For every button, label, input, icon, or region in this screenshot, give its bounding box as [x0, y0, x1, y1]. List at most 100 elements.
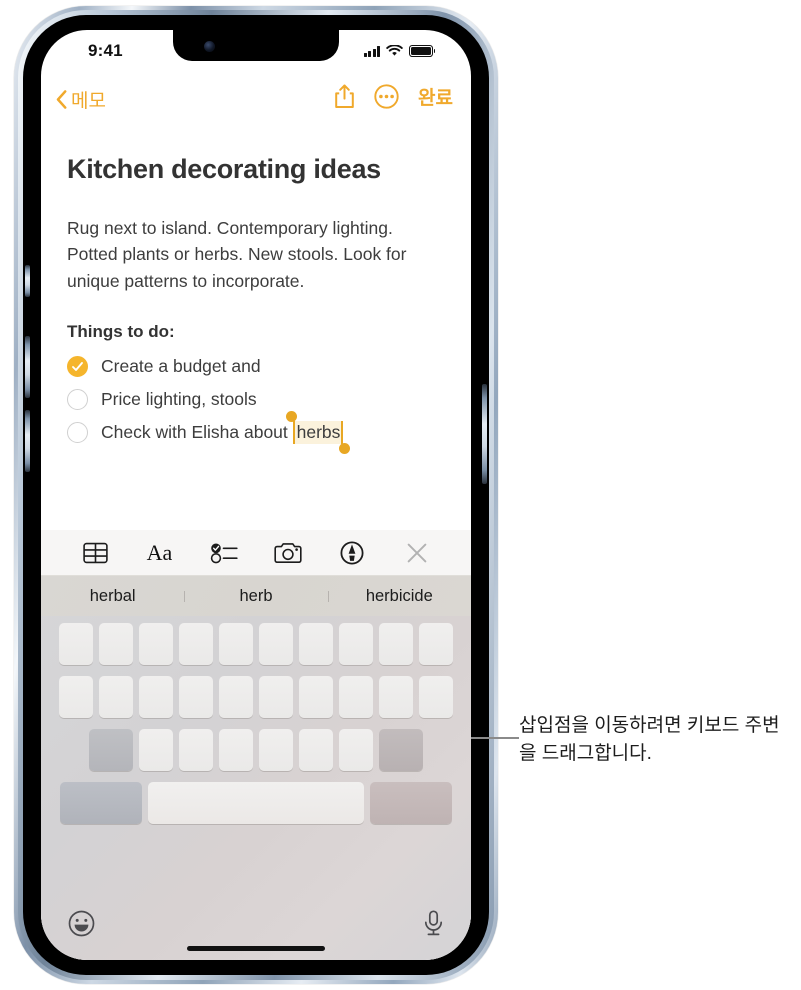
list-item-label: Create a budget and [101, 356, 261, 377]
key-blank[interactable] [339, 729, 373, 771]
key-blank[interactable] [299, 623, 333, 665]
checklist-icon [210, 542, 238, 564]
status-indicators [364, 45, 434, 57]
key-blank[interactable] [419, 623, 453, 665]
key-blank[interactable] [99, 623, 133, 665]
keyboard-row-2 [44, 676, 468, 718]
markup-pen-icon [340, 541, 364, 565]
power-button[interactable] [482, 384, 487, 484]
share-icon[interactable] [334, 84, 355, 109]
phone-frame: 9:41 메모 [14, 6, 498, 984]
checkbox-unchecked[interactable] [67, 389, 88, 410]
selected-word[interactable]: herbs [293, 421, 344, 444]
checkmark-icon [71, 360, 84, 373]
note-paragraph: Rug next to island. Contemporary lightin… [67, 215, 445, 294]
predictive-text-bar: herbal herb herbicide [41, 576, 471, 616]
keyboard-bottom-bar [41, 904, 471, 960]
mute-switch[interactable] [25, 265, 30, 297]
key-blank[interactable] [179, 676, 213, 718]
key-blank[interactable] [379, 676, 413, 718]
text-format-icon: Aa [147, 540, 173, 566]
prediction-option[interactable]: herbicide [328, 587, 471, 606]
key-blank[interactable] [179, 729, 213, 771]
key-blank[interactable] [299, 729, 333, 771]
microphone-icon[interactable] [423, 910, 444, 938]
key-blank[interactable] [59, 623, 93, 665]
checklist: Create a budget and Price lighting, stoo… [67, 350, 445, 449]
checklist-heading: Things to do: [67, 322, 445, 342]
battery-icon [409, 45, 433, 57]
shift-key[interactable] [89, 729, 133, 771]
camera-icon [274, 542, 302, 564]
callout: 삽입점을 이동하려면 키보드 주변을 드래그합니다. [519, 712, 791, 767]
key-blank[interactable] [419, 676, 453, 718]
keyboard-row-4 [44, 782, 468, 824]
prediction-option[interactable]: herbal [41, 587, 184, 606]
key-blank[interactable] [59, 676, 93, 718]
callout-leader-line [463, 737, 519, 739]
key-blank[interactable] [139, 676, 173, 718]
notch [173, 30, 339, 61]
markup-pen-button[interactable] [333, 536, 371, 570]
key-blank[interactable] [219, 729, 253, 771]
checklist-button[interactable] [205, 536, 243, 570]
key-blank[interactable] [219, 623, 253, 665]
emoji-smiley-icon[interactable] [68, 910, 95, 937]
close-keyboard-button[interactable] [398, 536, 436, 570]
back-label: 메모 [71, 86, 106, 113]
volume-down-button[interactable] [25, 410, 30, 472]
delete-key[interactable] [379, 729, 423, 771]
camera-button[interactable] [269, 536, 307, 570]
key-blank[interactable] [139, 729, 173, 771]
list-item-text: Check with Elisha about [101, 422, 293, 442]
selection-handle-start[interactable] [286, 411, 297, 422]
screenshot-root: 9:41 메모 [0, 0, 801, 990]
keyboard-rows [41, 616, 471, 824]
list-item-label: Price lighting, stools [101, 389, 257, 410]
key-blank[interactable] [99, 676, 133, 718]
key-blank[interactable] [339, 623, 373, 665]
list-item[interactable]: Price lighting, stools [67, 383, 445, 416]
close-icon [406, 542, 428, 564]
key-blank[interactable] [259, 623, 293, 665]
selection-handle-end[interactable] [339, 443, 350, 454]
key-blank[interactable] [339, 676, 373, 718]
notes-toolbar: Aa [41, 530, 471, 576]
checkbox-checked[interactable] [67, 356, 88, 377]
checkbox-unchecked[interactable] [67, 422, 88, 443]
home-indicator[interactable] [187, 946, 325, 951]
nav-actions: 완료 [334, 83, 453, 110]
key-blank[interactable] [379, 623, 413, 665]
key-blank[interactable] [259, 676, 293, 718]
space-key[interactable] [148, 782, 364, 824]
wifi-icon [386, 45, 403, 57]
note-title: Kitchen decorating ideas [67, 154, 445, 185]
keyboard-row-3 [44, 729, 468, 771]
phone-screen: 9:41 메모 [41, 30, 471, 960]
prediction-option[interactable]: herb [184, 587, 327, 606]
numbers-key[interactable] [60, 782, 142, 824]
keyboard[interactable]: herbal herb herbicide [41, 576, 471, 960]
key-blank[interactable] [179, 623, 213, 665]
table-button[interactable] [76, 536, 114, 570]
list-item[interactable]: Create a budget and [67, 350, 445, 383]
text-format-button[interactable]: Aa [140, 536, 178, 570]
status-time: 9:41 [88, 41, 123, 61]
callout-text: 삽입점을 이동하려면 키보드 주변을 드래그합니다. [519, 712, 791, 767]
return-key[interactable] [370, 782, 452, 824]
text-selection[interactable]: herbs [293, 422, 344, 443]
done-button[interactable]: 완료 [418, 83, 453, 110]
more-ellipsis-icon[interactable] [374, 84, 399, 109]
chevron-left-icon [56, 90, 67, 109]
key-blank[interactable] [219, 676, 253, 718]
table-icon [83, 542, 108, 564]
key-blank[interactable] [139, 623, 173, 665]
cellular-signal-icon [364, 46, 381, 57]
keyboard-row-1 [44, 623, 468, 665]
key-blank[interactable] [259, 729, 293, 771]
key-blank[interactable] [299, 676, 333, 718]
back-to-notes-button[interactable]: 메모 [56, 86, 106, 113]
nav-bar: 메모 완료 [41, 74, 471, 126]
volume-up-button[interactable] [25, 336, 30, 398]
list-item[interactable]: Check with Elisha about herbs [67, 416, 445, 449]
